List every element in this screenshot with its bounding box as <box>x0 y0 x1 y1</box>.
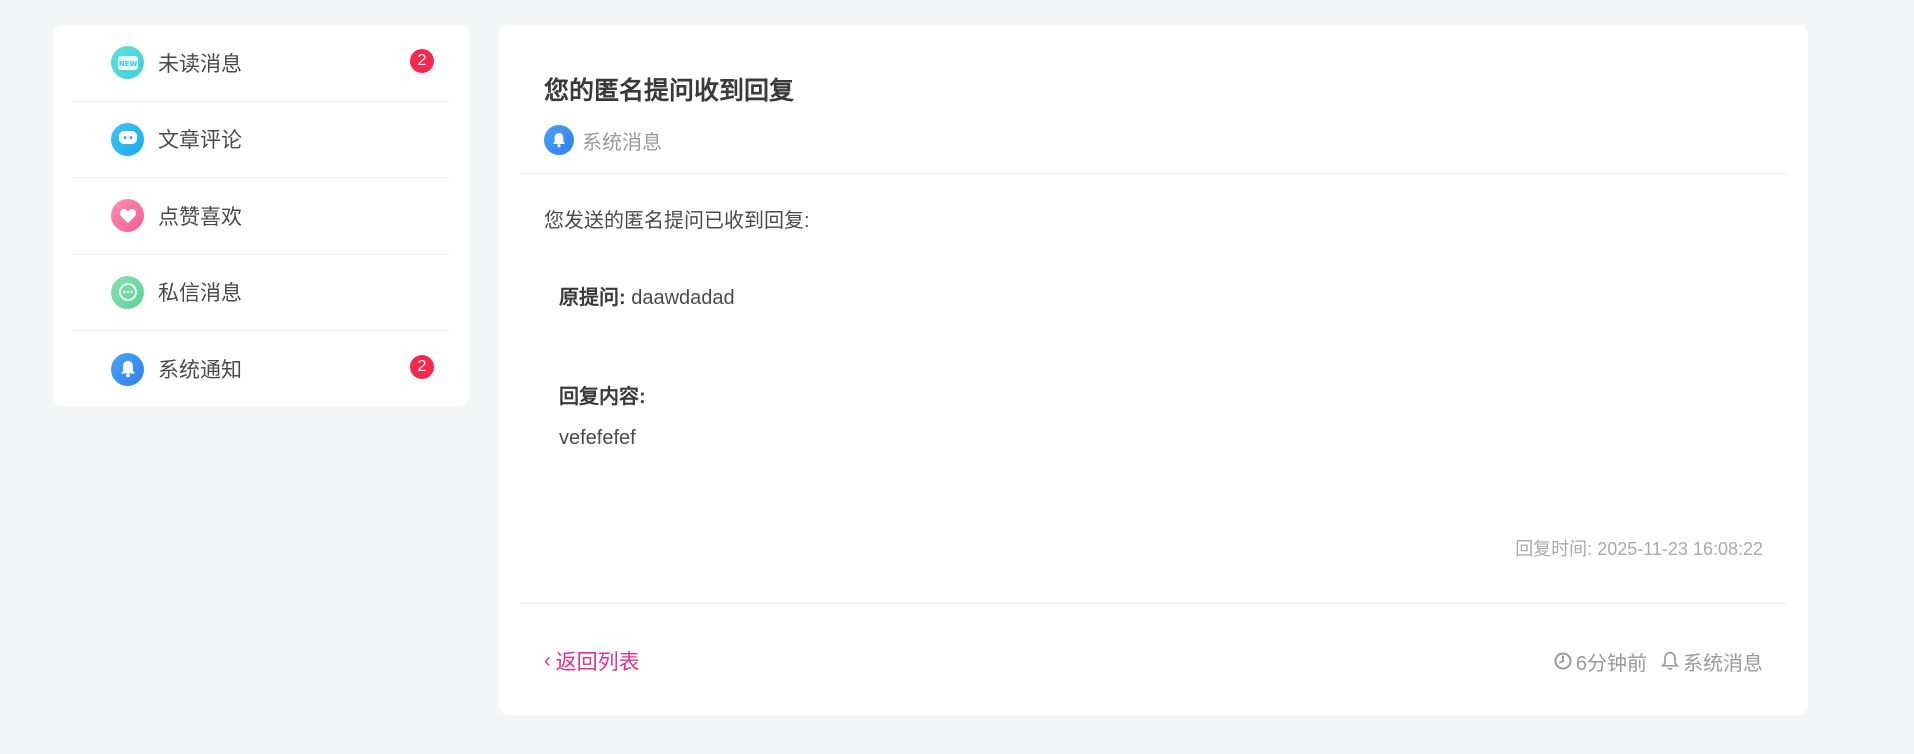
comment-icon <box>111 122 144 156</box>
reply-time: 回复时间: 2025-11-23 16:08:22 <box>1515 539 1763 559</box>
svg-text:NEW: NEW <box>118 60 137 68</box>
time-ago: 6分钟前 <box>1554 647 1647 676</box>
notification-count-badge: 2 <box>410 355 434 379</box>
message-header: 您的匿名提问收到回复 系统消息 <box>520 25 1787 174</box>
message-sidebar: NEW 未读消息 2 文章评论 点赞喜欢 私信消息 系统通知 2 <box>53 25 469 406</box>
original-question-text: daawdadad <box>631 287 735 309</box>
message-title: 您的匿名提问收到回复 <box>544 77 795 105</box>
message-intro: 您发送的匿名提问已收到回复: <box>544 210 810 232</box>
sidebar-item-likes[interactable]: 点赞喜欢 <box>73 178 449 255</box>
bell-icon <box>544 125 574 155</box>
time-ago-label: 6分钟前 <box>1575 652 1647 675</box>
sidebar-item-system-notifications[interactable]: 系统通知 2 <box>73 331 449 408</box>
bell-icon <box>111 352 144 386</box>
sidebar-item-label: 点赞喜欢 <box>158 205 242 229</box>
bell-outline-icon <box>1661 651 1679 670</box>
chat-icon <box>111 275 144 309</box>
message-detail-card: 您的匿名提问收到回复 系统消息 您发送的匿名提问已收到回复: 原提问: daaw… <box>499 25 1808 715</box>
sidebar-item-unread[interactable]: NEW 未读消息 2 <box>73 25 449 102</box>
message-body: 您发送的匿名提问已收到回复: 原提问: daawdadad 回复内容: vefe… <box>499 174 1808 450</box>
footer-category: 系统消息 <box>1661 647 1763 676</box>
back-label: 返回列表 <box>555 651 640 674</box>
message-category: 系统消息 <box>544 125 1763 155</box>
sidebar-item-private-messages[interactable]: 私信消息 <box>73 255 449 331</box>
reply-label: 回复内容: <box>559 386 646 408</box>
footer-category-label: 系统消息 <box>1683 652 1763 675</box>
new-icon: NEW <box>111 46 144 80</box>
sidebar-item-label: 未读消息 <box>158 52 242 76</box>
clock-icon <box>1554 652 1572 670</box>
back-to-list-link[interactable]: ‹ 返回列表 <box>544 646 640 676</box>
heart-icon <box>111 199 144 233</box>
sidebar-item-comments[interactable]: 文章评论 <box>73 102 449 178</box>
chevron-left-icon: ‹ <box>544 649 551 672</box>
unread-count-badge: 2 <box>410 49 434 73</box>
reply-content: vefefefef <box>559 427 636 449</box>
message-meta: 6分钟前 系统消息 <box>1540 647 1763 676</box>
original-question-label: 原提问: <box>559 287 626 309</box>
original-question: 原提问: daawdadad <box>544 281 1763 310</box>
sidebar-item-label: 文章评论 <box>158 129 242 153</box>
sidebar-item-label: 私信消息 <box>158 282 242 306</box>
category-label: 系统消息 <box>582 131 662 154</box>
sidebar-item-label: 系统通知 <box>158 359 242 383</box>
footer-divider <box>520 603 1787 604</box>
message-footer: ‹ 返回列表 6分钟前 系统消息 <box>544 646 1763 676</box>
